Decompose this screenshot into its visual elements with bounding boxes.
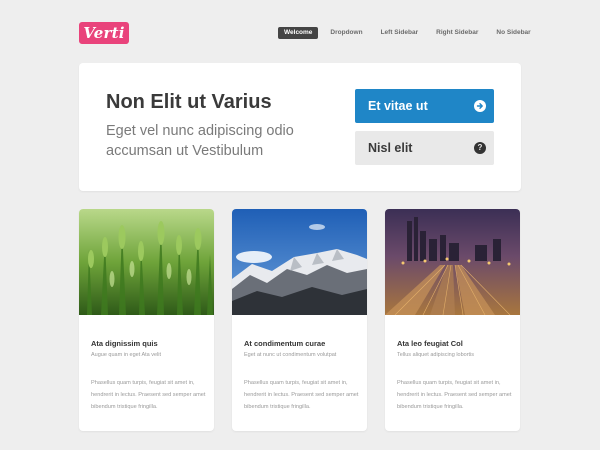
banner: Non Elit ut Varius Eget vel nunc adipisc… bbox=[79, 63, 521, 191]
card-body: Phasellus quam turpis, feugiat sit amet … bbox=[91, 380, 206, 410]
button-label: Et vitae ut bbox=[368, 99, 428, 113]
button-label: Nisl elit bbox=[368, 141, 413, 155]
main-nav: Welcome Dropdown Left Sidebar Right Side… bbox=[278, 27, 537, 39]
question-icon: ? bbox=[474, 142, 486, 154]
nav-item-right-sidebar[interactable]: Right Sidebar bbox=[430, 27, 484, 39]
feature-card: Ata dignissim quis Augue quam in eget At… bbox=[79, 209, 214, 431]
banner-subtitle: Eget vel nunc adipiscing odio accumsan u… bbox=[106, 123, 294, 159]
card-subtitle: Eget at nunc ut condimentum volutpat bbox=[244, 352, 337, 358]
card-title[interactable]: At condimentum curae bbox=[244, 339, 325, 348]
feature-card: At condimentum curae Eget at nunc ut con… bbox=[232, 209, 367, 431]
nav-item-dropdown[interactable]: Dropdown bbox=[324, 27, 368, 39]
site-logo[interactable]: Verti bbox=[79, 22, 129, 44]
city-railway-image[interactable] bbox=[385, 209, 520, 315]
nav-item-no-sidebar[interactable]: No Sidebar bbox=[490, 27, 536, 39]
feature-card: Ata leo feugiat Col Tellus aliquet adipi… bbox=[385, 209, 520, 431]
card-title[interactable]: Ata leo feugiat Col bbox=[397, 339, 463, 348]
snowy-mountains-image[interactable] bbox=[232, 209, 367, 315]
logo-text: Verti bbox=[83, 24, 125, 42]
nav-item-left-sidebar[interactable]: Left Sidebar bbox=[375, 27, 425, 39]
card-title[interactable]: Ata dignissim quis bbox=[91, 339, 158, 348]
banner-title: Non Elit ut Varius bbox=[106, 91, 272, 113]
wheat-field-image[interactable] bbox=[79, 209, 214, 315]
nav-item-welcome[interactable]: Welcome bbox=[278, 27, 319, 39]
card-subtitle: Tellus aliquet adipiscing lobortis bbox=[397, 352, 475, 358]
arrow-right-icon bbox=[474, 100, 486, 112]
card-body: Phasellus quam turpis, feugiat sit amet … bbox=[397, 380, 512, 410]
card-body: Phasellus quam turpis, feugiat sit amet … bbox=[244, 380, 359, 410]
nisl-elit-button[interactable]: Nisl elit ? bbox=[355, 131, 494, 165]
card-subtitle: Augue quam in eget Ata velit bbox=[91, 352, 162, 358]
et-vitae-ut-button[interactable]: Et vitae ut bbox=[355, 89, 494, 123]
